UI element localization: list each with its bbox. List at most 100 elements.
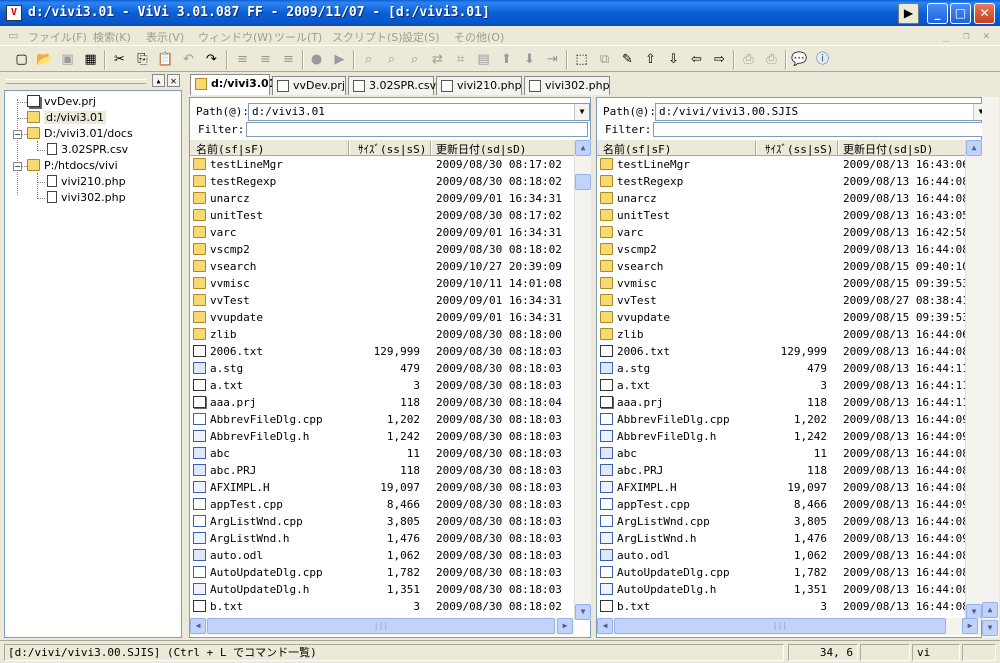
record-icon[interactable]: ● [308,51,325,68]
file-row[interactable]: zlib 2009/08/13 16:44:06 [597,326,965,343]
column-name-header[interactable]: 名前(sf|sF) [603,141,671,157]
tab-vivi302-php[interactable]: vivi302.php [524,76,610,95]
file-row[interactable]: vsearch 2009/08/15 09:40:10 [597,258,965,275]
close-button[interactable]: ✕ [974,3,995,24]
cut-icon[interactable]: ✂ [111,51,128,68]
undo-icon[interactable]: ↶ [180,51,197,68]
tree-grip[interactable] [6,79,146,84]
scroll-thumb[interactable] [575,174,591,190]
column-divider[interactable] [348,141,350,155]
scroll-left-icon[interactable]: ◀ [597,618,613,634]
find-prev-icon[interactable]: ⌕ [406,51,423,68]
file-row[interactable]: unitTest 2009/08/13 16:43:05 [597,207,965,224]
file-row[interactable]: abc.PRJ 118 2009/08/30 08:18:03 [190,462,574,479]
column-date-header[interactable]: 更新日付(sd|sD) [436,141,526,157]
column-divider[interactable] [430,141,432,155]
tree-item[interactable]: 3.02SPR.csv [47,143,128,158]
edit-icon[interactable]: ✎ [619,51,636,68]
file-row[interactable]: varc 2009/08/13 16:42:58 [597,224,965,241]
file-row[interactable]: vvTest 2009/08/27 08:38:41 [597,292,965,309]
save-icon[interactable]: ▣ [59,51,76,68]
jump-up-icon[interactable]: ⬆ [498,51,515,68]
vertical-scrollbar[interactable]: ▲ ▼ [574,140,591,620]
file-row[interactable]: AbbrevFileDlg.h 1,242 2009/08/13 16:44:09 [597,428,965,445]
menu-search[interactable]: 検索(K) [93,29,131,45]
find-icon[interactable]: ⌕ [360,51,377,68]
file-row[interactable]: vscmp2 2009/08/13 16:44:08 [597,241,965,258]
scroll-down-icon[interactable]: ▼ [575,604,591,620]
chevron-down-icon[interactable]: ▼ [574,104,589,120]
file-row[interactable]: ArgListWnd.h 1,476 2009/08/30 08:18:03 [190,530,574,547]
chat-icon[interactable]: 💬 [791,51,808,68]
file-row[interactable]: a.stg 479 2009/08/13 16:44:11 [597,360,965,377]
mdi-restore-icon[interactable]: ❐ [963,29,970,42]
menu-settings[interactable]: 設定(S) [402,29,440,45]
tree-item[interactable]: vvDev.prj [27,95,96,110]
down-arrow-icon[interactable]: ⇩ [665,51,682,68]
column-divider[interactable] [837,141,839,155]
file-row[interactable]: a.stg 479 2009/08/30 08:18:03 [190,360,574,377]
compare-icon[interactable]: ⧉ [596,51,613,68]
tree-collapse-toggle[interactable]: − [13,162,22,171]
find-next-icon[interactable]: ⌕ [383,51,400,68]
file-row[interactable]: a.txt 3 2009/08/30 08:18:03 [190,377,574,394]
paste-icon[interactable]: 📋 [157,51,174,68]
file-row[interactable]: varc 2009/09/01 16:34:31 [190,224,574,241]
vertical-scrollbar[interactable]: ▲ ▼ [965,140,982,620]
file-row[interactable]: ArgListWnd.cpp 3,805 2009/08/30 08:18:03 [190,513,574,530]
file-row[interactable]: unarcz 2009/09/01 16:34:31 [190,190,574,207]
copy-icon[interactable]: ⎘ [134,51,151,68]
main-vertical-scrollbar[interactable]: ▲ ▼ [982,97,999,638]
tree-collapse-toggle[interactable]: − [13,130,22,139]
scroll-left-icon[interactable]: ◀ [190,618,206,634]
file-row[interactable]: auto.odl 1,062 2009/08/13 16:44:08 [597,547,965,564]
up-arrow-icon[interactable]: ⇧ [642,51,659,68]
file-row[interactable]: appTest.cpp 8,466 2009/08/13 16:44:09 [597,496,965,513]
size-grip[interactable] [962,644,996,661]
file-row[interactable]: aaa.prj 118 2009/08/30 08:18:04 [190,394,574,411]
file-row[interactable]: abc 11 2009/08/30 08:18:03 [190,445,574,462]
file-row[interactable]: AbbrevFileDlg.cpp 1,202 2009/08/13 16:44:0… [597,411,965,428]
file-row[interactable]: AutoUpdateDlg.cpp 1,782 2009/08/13 16:44:0… [597,564,965,581]
print-preview-icon[interactable]: ⎙ [763,51,780,68]
column-date-header[interactable]: 更新日付(sd|sD) [843,141,933,157]
file-row[interactable]: AutoUpdateDlg.h 1,351 2009/08/13 16:44:08 [597,581,965,598]
file-row[interactable]: auto.odl 1,062 2009/08/30 08:18:03 [190,547,574,564]
save-all-icon[interactable]: ▦ [82,51,99,68]
scroll-up-icon[interactable]: ▲ [575,140,591,156]
scroll-right-icon[interactable]: ▶ [962,618,978,634]
grep-icon[interactable]: ⌗ [452,51,469,68]
redo-icon[interactable]: ↷ [203,51,220,68]
play-icon[interactable]: ▶ [898,3,919,24]
tab-vvdev-prj[interactable]: vvDev.prj [272,76,346,95]
column-size-header[interactable]: ｻｲｽﾞ(ss|sS) [765,141,833,157]
scroll-up-icon[interactable]: ▲ [982,602,998,618]
tab-vivi301[interactable]: d:/vivi3.01 [190,74,276,95]
file-row[interactable]: ArgListWnd.cpp 3,805 2009/08/13 16:44:08 [597,513,965,530]
tree-item[interactable]: P:/htdocs/vivi [27,159,118,174]
jump-down-icon[interactable]: ⬇ [521,51,538,68]
scroll-down-icon[interactable]: ▼ [982,620,998,636]
column-size-header[interactable]: ｻｲｽﾞ(ss|sS) [358,141,426,157]
file-row[interactable]: unitTest 2009/08/30 08:17:02 [190,207,574,224]
scroll-up-icon[interactable]: ▲ [966,140,982,156]
jump-to-icon[interactable]: ⇥ [544,51,561,68]
path-input[interactable]: d:/vivi3.01 ▼ [248,103,590,121]
menu-view[interactable]: 表示(V) [146,29,184,45]
mdi-close-icon[interactable]: ✕ [983,29,990,42]
file-row[interactable]: abc.PRJ 118 2009/08/13 16:44:08 [597,462,965,479]
file-row[interactable]: AutoUpdateDlg.h 1,351 2009/08/30 08:18:03 [190,581,574,598]
tree-item[interactable]: D:/vivi3.01/docs [27,127,133,142]
file-row[interactable]: testLineMgr 2009/08/13 16:43:06 [597,156,965,173]
file-row[interactable]: a.txt 3 2009/08/13 16:44:11 [597,377,965,394]
pane-splitter[interactable] [591,97,595,638]
menu-script[interactable]: スクリプト(S) [332,29,403,45]
replace-icon[interactable]: ⇄ [429,51,446,68]
right-arrow-icon[interactable]: ⇨ [711,51,728,68]
print-icon[interactable]: ⎙ [740,51,757,68]
file-row[interactable]: b.txt 3 2009/08/30 08:18:02 [190,598,574,615]
path-input[interactable]: d:/vivi/vivi3.00.SJIS ▼ [655,103,989,121]
info-icon[interactable]: ⓘ [814,51,831,68]
file-row[interactable]: vvmisc 2009/08/15 09:39:53 [597,275,965,292]
file-row[interactable]: AbbrevFileDlg.cpp 1,202 2009/08/30 08:18:0… [190,411,574,428]
